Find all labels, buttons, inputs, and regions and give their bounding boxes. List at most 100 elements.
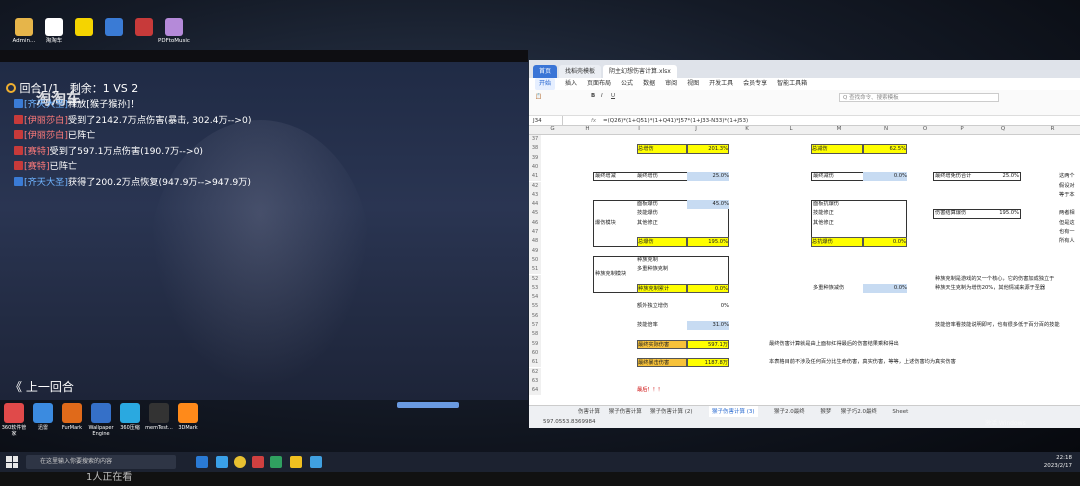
desktop-icon[interactable]: 3DMark	[174, 403, 202, 431]
menu-item[interactable]: 数据	[643, 78, 655, 90]
cell-value[interactable]: 0%	[687, 302, 729, 311]
app3-icon[interactable]	[310, 456, 322, 468]
row-number[interactable]: 39	[529, 153, 541, 163]
cell-label[interactable]: 最终暴击伤害	[637, 358, 687, 368]
row-number[interactable]: 55	[529, 302, 541, 312]
italic-button[interactable]: I	[601, 93, 603, 99]
note-text[interactable]: 种族克制是游戏的又一个核心，它的伤害加成独立于	[935, 275, 1080, 284]
row-number[interactable]: 62	[529, 367, 541, 377]
column-header[interactable]: M	[813, 126, 865, 132]
note-text[interactable]: 但是这	[1059, 219, 1080, 228]
cell-label[interactable]: 面板爆伤	[637, 200, 687, 209]
row-number[interactable]: 56	[529, 311, 541, 321]
row-number[interactable]: 41	[529, 172, 541, 182]
note-text[interactable]: 也有一	[1059, 228, 1080, 237]
cell-label[interactable]: 最终增伤	[637, 172, 687, 181]
column-header[interactable]: K	[725, 126, 769, 132]
excel-tab[interactable]: 阴主幻想伤害计算.xlsx	[603, 65, 677, 78]
note-text[interactable]: 假设对	[1059, 182, 1080, 191]
taskbar-search-input[interactable]: 在这里输入你要搜索的内容	[26, 455, 176, 469]
row-number[interactable]: 44	[529, 200, 541, 210]
cell-value[interactable]: 45.0%	[687, 200, 729, 210]
cell-label[interactable]: 总爆伤	[637, 237, 687, 247]
note-text[interactable]: 技能倍率看技能说明即可，也有很多低于百分百的技能	[935, 321, 1080, 330]
chrome-icon[interactable]	[234, 456, 246, 468]
cell-value[interactable]: 0.0%	[863, 172, 907, 182]
cell-label[interactable]: 种族克制模块	[595, 256, 637, 293]
cell-label[interactable]: 其他修正	[637, 219, 687, 228]
row-number[interactable]: 60	[529, 348, 541, 359]
column-header[interactable]: L	[769, 126, 813, 132]
note-text[interactable]: 种族天生克制为增伤20%，其他情减来源于圣器	[935, 284, 1080, 293]
column-header[interactable]: H	[564, 126, 611, 132]
note-text[interactable]: 所有人	[1059, 237, 1080, 246]
cell-label[interactable]: 面板抗爆伤	[813, 200, 863, 209]
paste-button[interactable]: 📋	[535, 94, 542, 100]
menu-item[interactable]: 开发工具	[709, 78, 733, 90]
browser-icon[interactable]	[216, 456, 228, 468]
desktop-icon[interactable]: Wallpaper Engine	[87, 403, 115, 437]
menu-item[interactable]: 公式	[621, 78, 633, 90]
row-number[interactable]: 63	[529, 376, 541, 387]
row-number[interactable]: 40	[529, 162, 541, 173]
cell-label[interactable]: 最后！！！	[637, 386, 687, 395]
cell-label[interactable]: 总抗爆伤	[811, 237, 863, 247]
cell-label[interactable]: 技能爆伤	[637, 209, 687, 218]
sheet-grid[interactable]: 37 38 39 40 41 42 43 44 45 46 47 48 49 50 51 52 53 54 55 56…	[529, 135, 1080, 400]
cell-label[interactable]: 总增伤	[637, 144, 687, 154]
cell-label[interactable]: 技能修正	[813, 209, 863, 218]
row-number[interactable]: 37	[529, 135, 541, 145]
row-number[interactable]: 59	[529, 339, 541, 349]
column-header[interactable]: P	[943, 126, 981, 132]
search-input[interactable]: Q 查找命令、搜索模板	[839, 93, 999, 102]
row-number[interactable]: 50	[529, 255, 541, 266]
column-header[interactable]: O	[907, 126, 943, 132]
row-number[interactable]: 51	[529, 265, 541, 275]
desktop-icon[interactable]: 360压缩	[116, 403, 144, 431]
excel-taskbar-icon[interactable]	[270, 456, 282, 468]
row-number[interactable]: 47	[529, 228, 541, 238]
cell-value[interactable]: 201.3%	[687, 144, 729, 154]
app-icon[interactable]	[252, 456, 264, 468]
desktop-icon[interactable]: 迅雷	[29, 403, 57, 431]
cell-value[interactable]: 597.1万	[687, 339, 729, 349]
cell-value[interactable]: 1187.8万	[687, 358, 729, 368]
column-header[interactable]: J	[667, 126, 725, 132]
row-number[interactable]: 57	[529, 321, 541, 331]
row-number[interactable]: 53	[529, 283, 541, 294]
formula-input[interactable]: =(Q26)*(1+Q51)*(1+Q41)*J57*(1+J33-N33)*(…	[603, 116, 748, 126]
menu-item[interactable]: 插入	[565, 78, 577, 90]
cell-label[interactable]: 技能倍率	[637, 321, 687, 330]
note-text[interactable]: 这两个	[1059, 172, 1080, 181]
cell-label[interactable]: 额外独立增伤	[637, 302, 687, 311]
desktop-icon[interactable]: FurMark	[58, 403, 86, 431]
game-window[interactable]: 淘淘车 回合1/1 剩余：1 VS 2 [齐天大圣]释放[猴子猴孙]！ [伊丽莎白…	[0, 50, 528, 400]
column-header[interactable]: G	[541, 126, 564, 132]
edge-icon[interactable]	[196, 456, 208, 468]
cell-label[interactable]: 种族克制累计	[637, 283, 687, 294]
bold-button[interactable]: B	[591, 93, 595, 99]
cell-value[interactable]: 25.0%	[687, 172, 729, 182]
note-text[interactable]: 等于本	[1059, 191, 1080, 200]
menu-item[interactable]: 视图	[687, 78, 699, 90]
cell-label[interactable]: 多重种族克制	[637, 265, 687, 274]
start-windows-icon[interactable]	[6, 456, 18, 468]
name-box[interactable]: J34	[533, 116, 563, 126]
cell-label[interactable]: 其他修正	[813, 219, 863, 228]
excel-window[interactable]: 首页 找稻壳模板 阴主幻想伤害计算.xlsx 开始 插入 页面布局 公式 数据 审阅 视图 开发工…	[529, 60, 1080, 428]
row-number[interactable]: 49	[529, 246, 541, 256]
menu-item[interactable]: 会员专享	[743, 78, 767, 90]
column-header[interactable]: R	[1025, 126, 1080, 132]
note-text[interactable]: 最终伤害计算就是由上面标红得最后的伤害结果乘和得出	[769, 340, 1080, 349]
cell-label[interactable]: 爆伤模块	[595, 200, 637, 247]
cell-value[interactable]: 62.5%	[863, 144, 907, 154]
excel-tab[interactable]: 首页	[533, 65, 558, 78]
row-number[interactable]: 58	[529, 330, 541, 340]
underline-button[interactable]: U	[611, 93, 615, 99]
row-number[interactable]: 52	[529, 274, 541, 284]
menu-item[interactable]: 开始	[535, 78, 556, 90]
desktop-icon[interactable]: memTest…	[145, 403, 173, 431]
taskbar-clock[interactable]: 22:18 2023/2/17	[1044, 454, 1072, 470]
row-number[interactable]: 64	[529, 386, 541, 396]
row-number[interactable]: 48	[529, 237, 541, 247]
